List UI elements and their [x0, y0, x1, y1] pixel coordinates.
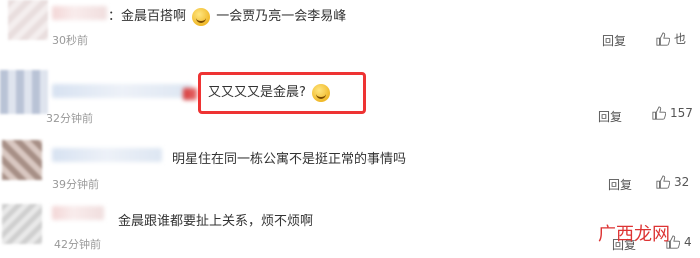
comment-text-prefix: ：金晨百搭啊	[108, 9, 187, 24]
comment-time: 30秒前	[52, 34, 88, 47]
username-blurred[interactable]	[52, 148, 162, 162]
like-count: 4	[684, 235, 692, 249]
avatar[interactable]	[0, 70, 48, 114]
avatar[interactable]	[2, 204, 42, 244]
reply-button[interactable]: 回复	[608, 176, 632, 193]
like-label: 也	[674, 32, 687, 46]
watermark: 广西龙网	[598, 220, 670, 246]
reply-button[interactable]: 回复	[602, 32, 626, 49]
like-button[interactable]: 32	[656, 175, 689, 189]
comment-text-content: 又又又又是金晨?	[208, 85, 306, 100]
comment-3: 明星住在同一栋公寓不是挺正常的事情吗 39分钟前 回复 32	[0, 138, 700, 196]
comment-2: 又又又又是金晨? 32分钟前 回复 157	[0, 68, 700, 128]
comment-time: 39分钟前	[52, 178, 99, 191]
comment-time: 32分钟前	[46, 112, 93, 125]
watermark-text: 广西龙网	[598, 224, 670, 245]
comment-text: 明星住在同一栋公寓不是挺正常的事情吗	[172, 152, 407, 167]
like-count: 157	[670, 106, 693, 120]
comment-text: 又又又又是金晨?	[208, 81, 332, 102]
comment-text: ：金晨百搭啊 一会贾乃亮一会李易峰	[108, 5, 346, 26]
like-count: 32	[674, 175, 690, 189]
username-blurred[interactable]	[52, 206, 104, 220]
username-blurred[interactable]	[52, 84, 192, 98]
smile-emoji-icon	[192, 7, 211, 26]
comment-4: 金晨跟谁都要扯上关系，烦不烦啊 42分钟前 回复 4	[0, 202, 700, 258]
thumbs-up-icon	[656, 31, 670, 46]
comment-1: ：金晨百搭啊 一会贾乃亮一会李易峰 30秒前 回复 也	[0, 0, 700, 50]
reply-button[interactable]: 回复	[598, 108, 622, 125]
avatar[interactable]	[2, 140, 42, 180]
smile-emoji-icon	[312, 83, 331, 102]
comment-time: 42分钟前	[54, 238, 101, 251]
avatar[interactable]	[8, 0, 48, 40]
thumbs-up-icon	[652, 106, 666, 120]
user-badge	[183, 88, 197, 100]
comment-text-suffix: 一会贾乃亮一会李易峰	[216, 9, 347, 24]
comment-text: 金晨跟谁都要扯上关系，烦不烦啊	[118, 214, 314, 229]
like-button[interactable]: 也	[656, 30, 686, 47]
username-blurred[interactable]	[52, 6, 107, 20]
like-button[interactable]: 157	[652, 106, 693, 120]
thumbs-up-icon	[656, 175, 670, 189]
